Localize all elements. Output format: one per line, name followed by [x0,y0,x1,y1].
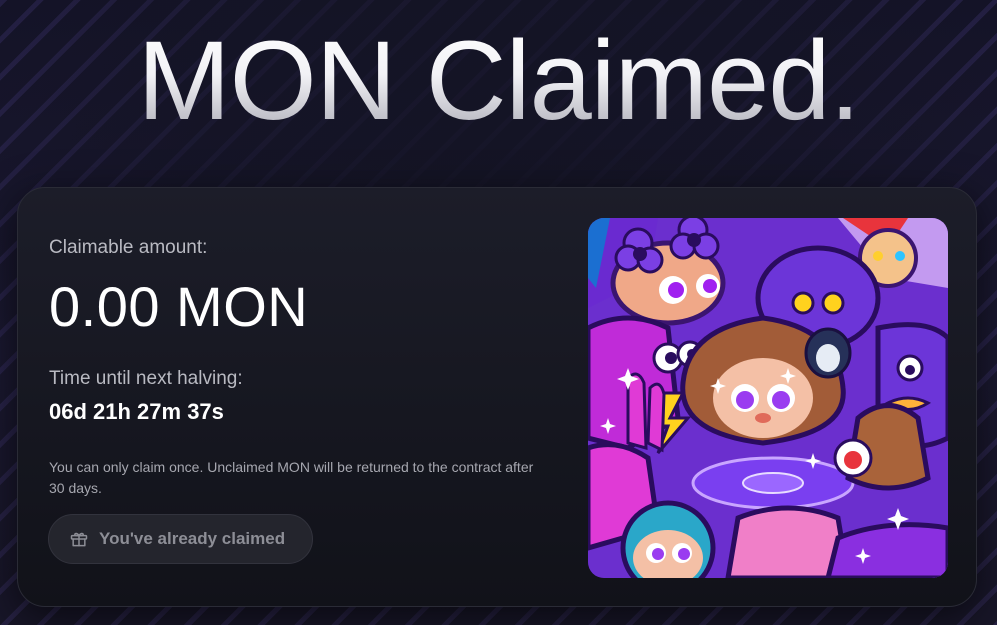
already-claimed-button-label: You've already claimed [99,529,286,548]
claimable-amount-label: Claimable amount: [49,237,208,258]
halving-countdown: 06d 21h 27m 37s [49,399,224,424]
halving-label: Time until next halving: [49,368,243,389]
gift-icon [69,529,89,549]
claim-card: Claimable amount: 0.00 MON Time until ne… [17,187,977,607]
claim-notice: You can only claim once. Unclaimed MON w… [49,459,534,496]
already-claimed-button[interactable]: You've already claimed [48,514,313,564]
mascot-artwork [588,218,948,578]
page-headline: MON Claimed. [0,22,997,140]
claimable-amount-value: 0.00 MON [49,275,309,338]
